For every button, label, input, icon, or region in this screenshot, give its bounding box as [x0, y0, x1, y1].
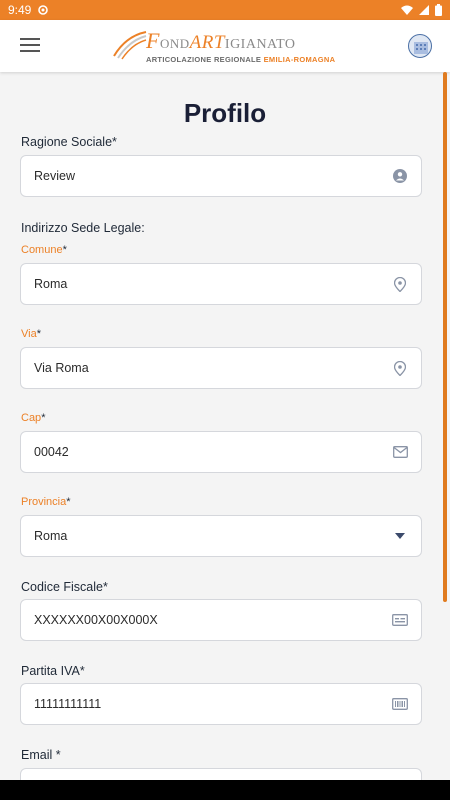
- app-bar: FONDARTIGIANATO ARTICOLAZIONE REGIONALE …: [0, 20, 450, 72]
- via-field[interactable]: Via Roma: [20, 347, 422, 389]
- status-time: 9:49: [8, 3, 32, 17]
- avatar[interactable]: [408, 34, 432, 58]
- comune-value: Roma: [34, 277, 68, 291]
- settings-gear-icon: [38, 5, 49, 15]
- logo-swoosh-icon: [113, 31, 147, 60]
- ragione-sociale-field[interactable]: Review: [20, 155, 422, 197]
- system-nav-bar: [0, 780, 450, 800]
- email-label: Email *: [21, 748, 61, 762]
- indirizzo-heading: Indirizzo Sede Legale:: [21, 221, 145, 235]
- cap-field[interactable]: 00042: [20, 431, 422, 473]
- email-field[interactable]: [20, 768, 422, 780]
- cap-label: Cap*: [21, 412, 46, 424]
- scrollbar[interactable]: [443, 72, 447, 602]
- comune-field[interactable]: Roma: [20, 263, 422, 305]
- cap-value: 00042: [34, 445, 69, 459]
- profile-form: Profilo Ragione Sociale* Review Indirizz…: [0, 72, 450, 780]
- via-label: Via*: [21, 328, 41, 340]
- id-card-icon: [392, 612, 408, 628]
- ragione-sociale-label: Ragione Sociale*: [21, 135, 117, 149]
- mail-icon: [392, 444, 408, 460]
- partita-iva-value: 11111111111: [34, 697, 102, 711]
- menu-icon[interactable]: [20, 38, 40, 54]
- signal-icon: [419, 5, 429, 15]
- via-value: Via Roma: [34, 361, 89, 375]
- chevron-down-icon[interactable]: [392, 528, 408, 544]
- provincia-select[interactable]: Roma: [20, 515, 422, 557]
- battery-icon: [435, 4, 442, 16]
- map-pin-icon: [392, 360, 408, 376]
- wifi-icon: [401, 5, 413, 15]
- comune-label: Comune*: [21, 244, 67, 256]
- codice-fiscale-field[interactable]: XXXXXX00X00X000X: [20, 599, 422, 641]
- provincia-label: Provincia*: [21, 496, 71, 508]
- provincia-value: Roma: [34, 529, 68, 543]
- codice-fiscale-value: XXXXXX00X00X000X: [34, 613, 158, 627]
- partita-iva-field[interactable]: 11111111111: [20, 683, 422, 725]
- barcode-icon: [392, 696, 408, 712]
- fondartigianato-logo: FONDARTIGIANATO ARTICOLAZIONE REGIONALE …: [112, 26, 335, 68]
- codice-fiscale-label: Codice Fiscale*: [21, 580, 108, 594]
- ragione-sociale-value: Review: [34, 169, 75, 183]
- map-pin-icon: [392, 276, 408, 292]
- page-title: Profilo: [183, 98, 267, 128]
- status-bar: 9:49: [0, 0, 450, 20]
- user-circle-icon: [392, 168, 408, 184]
- partita-iva-label: Partita IVA*: [21, 664, 85, 678]
